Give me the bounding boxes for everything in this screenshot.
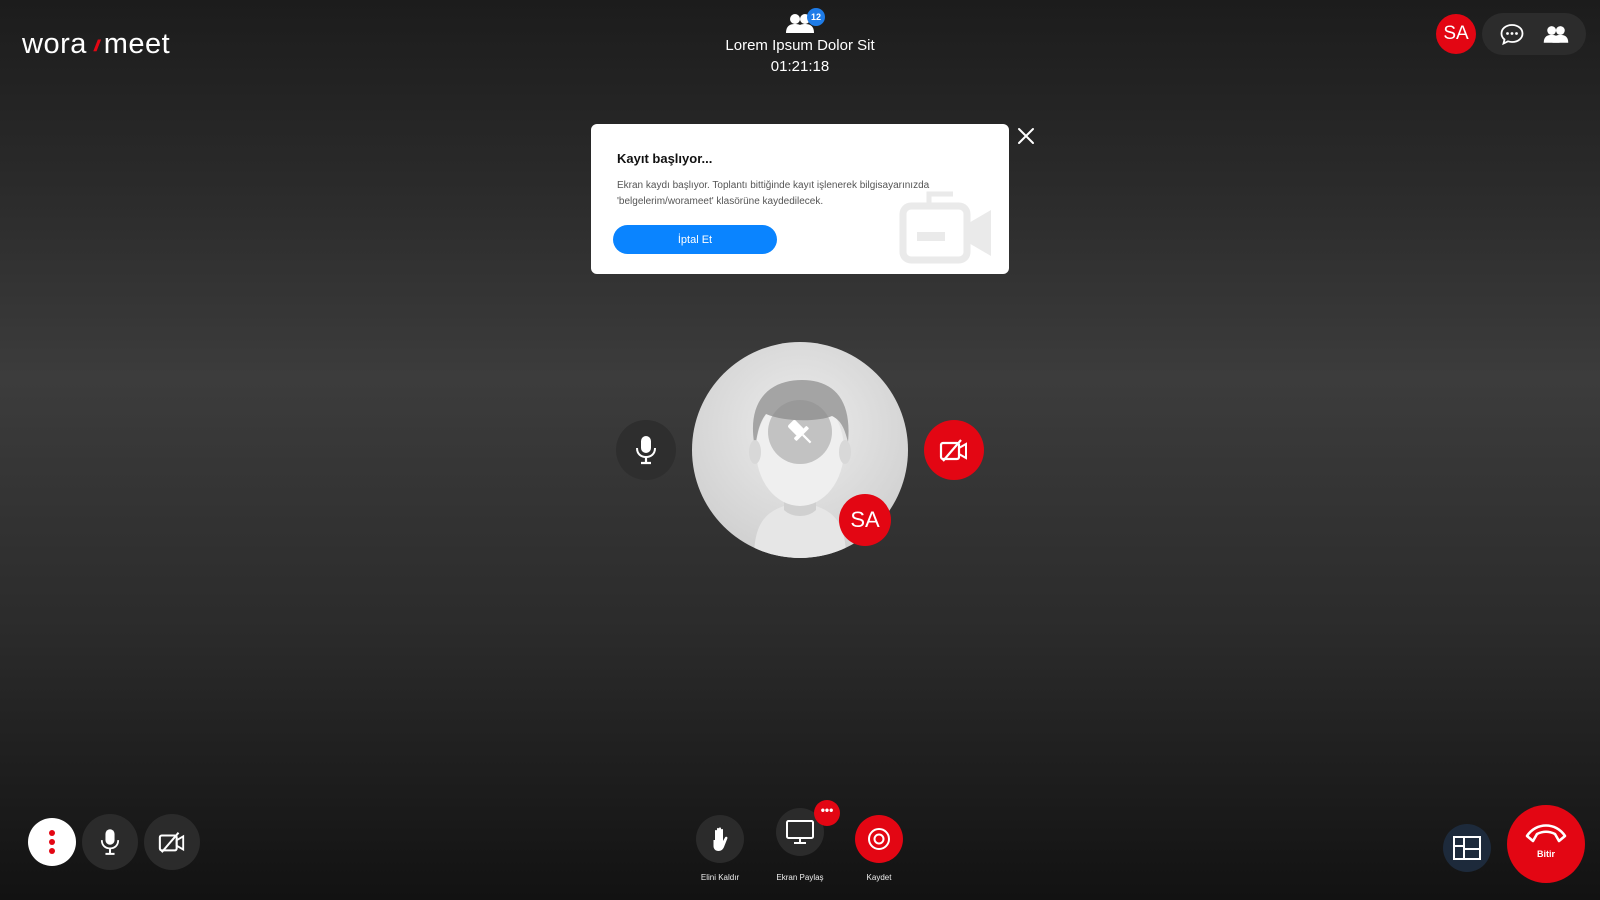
participant-camera-button[interactable] <box>924 420 984 480</box>
share-screen-label: Ekran Paylaş <box>776 873 824 882</box>
record-button[interactable] <box>855 815 903 863</box>
meeting-timer: 01:21:18 <box>770 58 830 75</box>
share-screen-button[interactable]: ••• <box>776 800 840 856</box>
participants-icon[interactable] <box>1542 24 1570 44</box>
chat-icon[interactable] <box>1499 22 1525 46</box>
close-icon[interactable] <box>1016 126 1036 146</box>
pin-icon[interactable] <box>768 400 832 464</box>
monitor-icon <box>786 820 814 844</box>
record-label: Kaydet <box>866 873 892 882</box>
video-off-icon <box>158 831 185 853</box>
video-camera-watermark-icon <box>899 191 991 264</box>
hang-up-icon <box>1525 824 1567 843</box>
raise-hand-button[interactable] <box>696 815 744 863</box>
microphone-icon <box>100 829 120 855</box>
raise-hand-control: Elini Kaldır <box>675 815 765 882</box>
participant-count-badge: 12 <box>807 8 825 26</box>
more-options-button[interactable] <box>28 818 76 866</box>
hand-icon <box>713 827 728 851</box>
top-actions-group <box>1482 13 1586 55</box>
participants-count-icon[interactable]: 12 <box>784 8 825 34</box>
recording-modal: Kayıt başlıyor... Ekran kaydı başlıyor. … <box>591 124 1009 274</box>
record-control: Kaydet <box>834 815 924 882</box>
participant-mic-button[interactable] <box>616 420 676 480</box>
meeting-header: 12 Lorem Ipsum Dolor Sit 01:21:18 <box>0 8 1600 75</box>
participant-initials-badge: SA <box>839 494 891 546</box>
raise-hand-label: Elini Kaldır <box>700 873 740 882</box>
layout-toggle-button[interactable] <box>1443 824 1491 872</box>
end-call-button[interactable]: Bitir <box>1507 805 1585 883</box>
cancel-recording-button[interactable]: İptal Et <box>613 225 777 254</box>
video-off-icon <box>939 439 967 462</box>
mic-toggle-button[interactable] <box>82 814 138 870</box>
meeting-title: Lorem Ipsum Dolor Sit <box>725 37 875 54</box>
modal-title: Kayıt başlıyor... <box>617 151 713 166</box>
more-vertical-icon <box>49 830 55 854</box>
share-screen-control: ••• Ekran Paylaş <box>755 800 845 882</box>
end-call-label: Bitir <box>1537 849 1555 859</box>
user-avatar[interactable]: SA <box>1436 14 1476 54</box>
grid-layout-icon <box>1453 836 1481 860</box>
microphone-icon <box>636 436 656 465</box>
camera-toggle-button[interactable] <box>144 814 200 870</box>
record-icon <box>868 828 890 850</box>
